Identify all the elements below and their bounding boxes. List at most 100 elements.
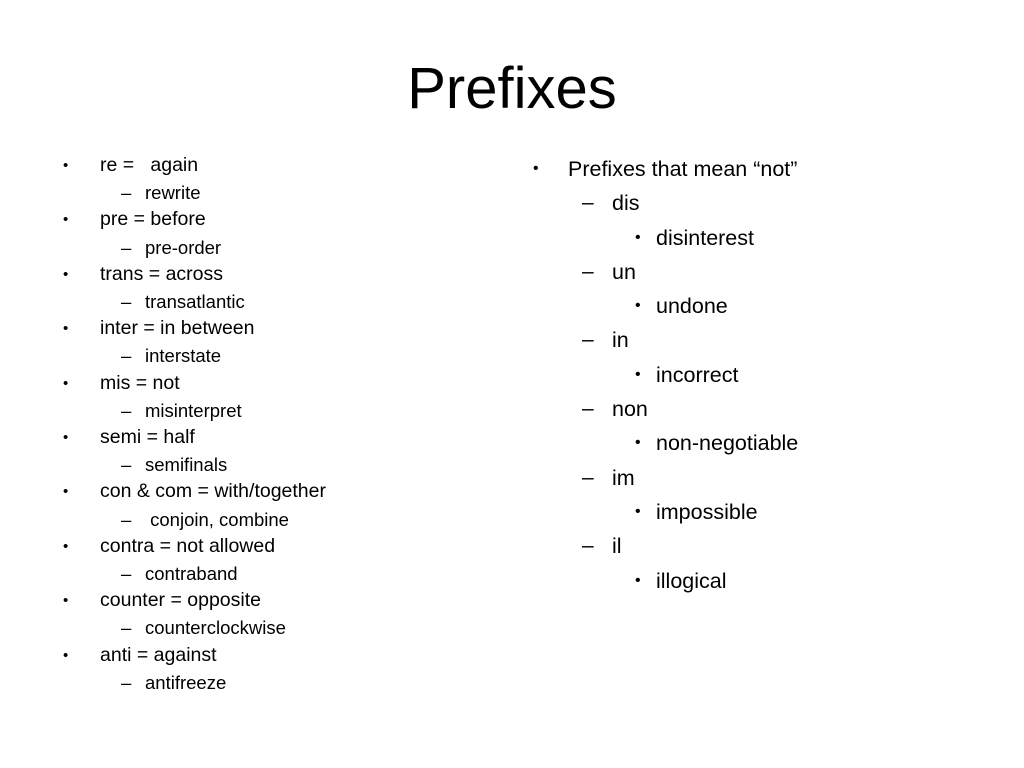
prefix-definition: contra = not allowed — [100, 534, 276, 557]
not-prefix-example: non-negotiable — [656, 431, 799, 456]
prefix-definition: trans = across — [100, 262, 224, 285]
bullet-icon: • — [635, 297, 641, 315]
slide-body: • re = again – rewrite • pre = before – pre-ord… — [0, 152, 1024, 752]
prefix-definition: re = again — [100, 154, 199, 176]
not-prefix-line: – dis — [525, 186, 995, 220]
dash-icon: – — [121, 399, 132, 421]
page-title: Prefixes — [407, 56, 617, 121]
prefix-example: transatlantic — [145, 291, 245, 313]
dash-icon: – — [121, 291, 132, 313]
not-prefix-example-line: • impossible — [525, 495, 995, 529]
dash-icon: – — [121, 345, 132, 367]
right-content-column: • Prefixes that mean “not” – dis • disinteres… — [525, 152, 995, 598]
prefix-example-line: – misinterpret — [55, 397, 485, 424]
prefix-definition-line: • con & com = with/together — [55, 478, 485, 505]
dash-icon: – — [582, 259, 594, 283]
prefix-example-line: – semifinals — [55, 451, 485, 478]
not-prefix-line: – non — [525, 392, 995, 426]
dash-icon: – — [121, 236, 132, 258]
prefix-example-line: – conjoin, combine — [55, 506, 485, 533]
bullet-icon: • — [63, 320, 69, 338]
not-prefix: un — [612, 259, 636, 284]
prefix-definition: anti = against — [100, 643, 217, 666]
bullet-icon: • — [635, 365, 641, 383]
not-prefix: im — [612, 465, 635, 490]
prefix-example-line: – antifreeze — [55, 669, 485, 696]
bullet-icon: • — [635, 228, 641, 246]
not-prefixes-heading-line: • Prefixes that mean “not” — [525, 152, 995, 186]
not-prefix-example-line: • non-negotiable — [525, 426, 995, 460]
dash-icon: – — [121, 617, 132, 639]
prefix-definition: mis = not — [100, 371, 180, 394]
bullet-icon: • — [635, 502, 641, 520]
not-prefix-line: – in — [525, 323, 995, 357]
not-prefix-example: illogical — [656, 568, 727, 593]
prefix-definition-line: • semi = half — [55, 424, 485, 451]
prefix-definition-line: • trans = across — [55, 261, 485, 288]
not-prefix-example-line: • disinterest — [525, 221, 995, 255]
prefix-example: misinterpret — [145, 399, 242, 421]
prefix-example: rewrite — [145, 182, 201, 204]
bullet-icon: • — [63, 537, 69, 555]
dash-icon: – — [121, 671, 132, 693]
prefix-example: antifreeze — [145, 671, 227, 693]
prefix-definition-line: • contra = not allowed — [55, 533, 485, 560]
prefix-definition: semi = half — [100, 426, 195, 449]
not-prefix-line: – im — [525, 461, 995, 495]
prefix-definition: counter = opposite — [100, 589, 261, 612]
prefix-example: interstate — [145, 345, 222, 367]
bullet-icon: • — [63, 374, 69, 392]
dash-icon: – — [582, 191, 594, 215]
bullet-icon: • — [63, 483, 69, 501]
prefix-example: counterclockwise — [145, 617, 286, 639]
prefix-example-line: – pre-order — [55, 234, 485, 261]
dash-icon: – — [582, 397, 594, 421]
prefix-definition: inter = in between — [100, 317, 255, 340]
prefix-example-line: – rewrite — [55, 179, 485, 206]
prefix-definition: con & com = with/together — [100, 480, 326, 503]
not-prefix: dis — [612, 191, 640, 216]
not-prefix-example-line: • undone — [525, 289, 995, 323]
prefix-definition-line: • inter = in between — [55, 315, 485, 342]
not-prefix-example: incorrect — [656, 362, 739, 387]
dash-icon: – — [582, 328, 594, 352]
dash-icon: – — [121, 454, 132, 476]
left-content-column: • re = again – rewrite • pre = before – pre-ord… — [55, 152, 485, 696]
bullet-icon: • — [63, 157, 69, 174]
prefix-example: pre-order — [145, 236, 222, 258]
prefix-example: semifinals — [145, 454, 228, 476]
dash-icon: – — [121, 563, 132, 585]
prefix-example-line: – interstate — [55, 342, 485, 369]
not-prefix: non — [612, 397, 648, 422]
not-prefix-example: disinterest — [656, 225, 754, 250]
prefix-example-line: – counterclockwise — [55, 614, 485, 641]
dash-icon: – — [121, 508, 132, 530]
not-prefix-example: impossible — [656, 499, 758, 524]
prefix-definition-line: • pre = before — [55, 206, 485, 233]
bullet-icon: • — [63, 211, 69, 229]
not-prefix-example-line: • incorrect — [525, 358, 995, 392]
prefix-example: contraband — [145, 563, 238, 585]
prefix-example-line: – transatlantic — [55, 288, 485, 315]
dash-icon: – — [582, 534, 594, 558]
bullet-icon: • — [635, 434, 641, 452]
slide-root: { "slide": { "title": "Prefixes", "backg… — [0, 0, 1024, 768]
not-prefix-example: undone — [656, 294, 728, 319]
prefix-definition-line: • mis = not — [55, 370, 485, 397]
dash-icon: – — [121, 182, 132, 204]
prefix-example: conjoin, combine — [145, 508, 289, 530]
prefix-example-line: – contraband — [55, 560, 485, 587]
not-prefix-line: – un — [525, 255, 995, 289]
prefix-definition: pre = before — [100, 208, 206, 231]
not-prefix: il — [612, 534, 622, 559]
not-prefix: in — [612, 328, 629, 353]
dash-icon: – — [582, 465, 594, 489]
bullet-icon: • — [63, 646, 69, 664]
prefix-definition-line: • anti = against — [55, 642, 485, 669]
not-prefix-example-line: • illogical — [525, 564, 995, 598]
bullet-icon: • — [533, 160, 539, 177]
bullet-icon: • — [63, 592, 69, 610]
bullet-icon: • — [63, 429, 69, 447]
bullet-icon: • — [635, 571, 641, 589]
prefix-definition-line: • counter = opposite — [55, 587, 485, 614]
